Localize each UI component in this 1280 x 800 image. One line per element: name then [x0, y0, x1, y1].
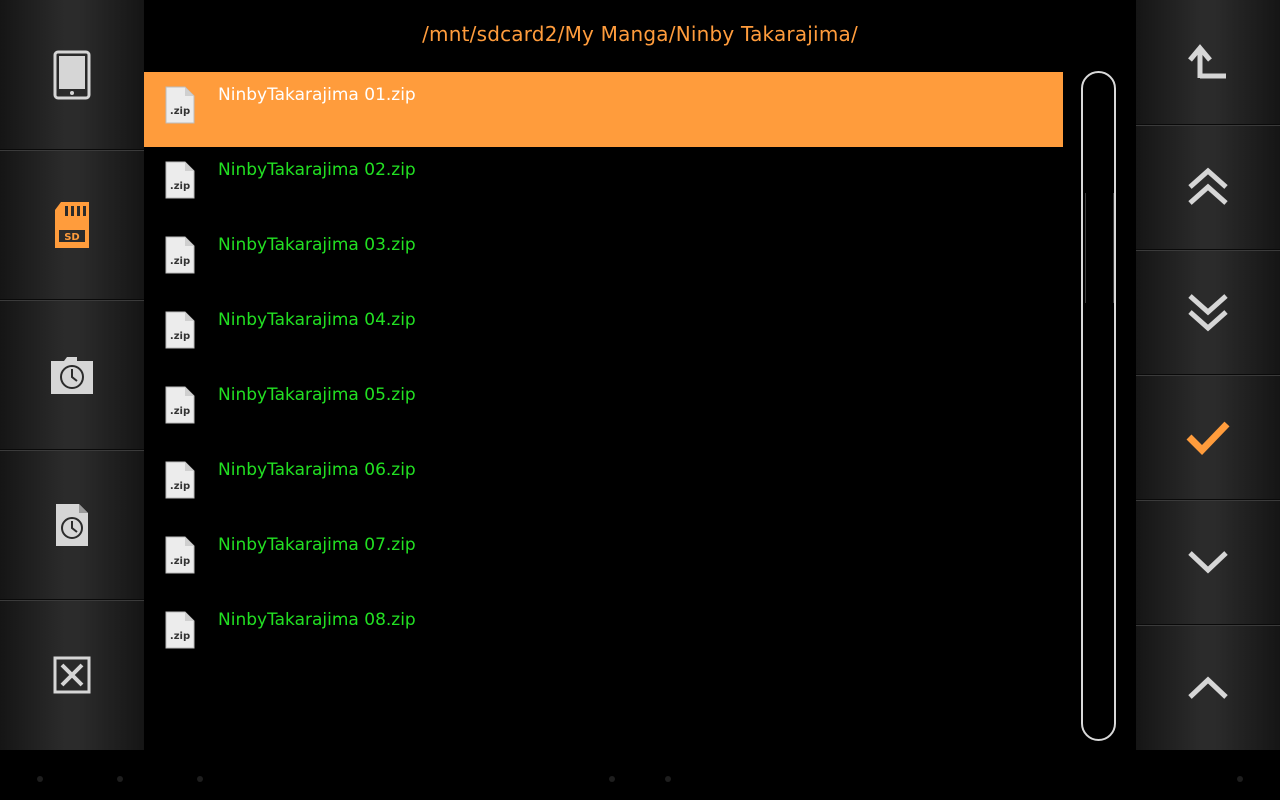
zip-file-icon: .zip [165, 161, 195, 203]
zip-file-icon: .zip [165, 536, 195, 578]
svg-text:.zip: .zip [170, 631, 190, 642]
zip-file-icon: .zip [165, 611, 195, 653]
right-toolbar [1136, 0, 1280, 750]
nav-indicator-dot [665, 776, 671, 782]
folder-clock-icon [50, 355, 94, 395]
file-name: NinbyTakarajima 03.zip [218, 235, 416, 255]
zip-file-icon: .zip [165, 236, 195, 278]
file-list: .zip NinbyTakarajima 01.zip .zip NinbyTa… [144, 72, 1063, 672]
svg-text:.zip: .zip [170, 331, 190, 342]
recent-file-button[interactable] [0, 450, 144, 600]
svg-text:.zip: .zip [170, 406, 190, 417]
nav-indicator-dot [117, 776, 123, 782]
nav-indicator-dot [1237, 776, 1243, 782]
left-toolbar: SD [0, 0, 144, 750]
file-row[interactable]: .zip NinbyTakarajima 05.zip [144, 372, 1063, 447]
scroll-down-button[interactable] [1136, 500, 1280, 625]
parent-folder-button[interactable] [1136, 0, 1280, 125]
file-clock-icon [55, 503, 89, 547]
close-button[interactable] [0, 600, 144, 750]
checkmark-icon [1185, 419, 1231, 455]
svg-text:.zip: .zip [170, 106, 190, 117]
file-name: NinbyTakarajima 07.zip [218, 535, 416, 555]
confirm-button[interactable] [1136, 375, 1280, 500]
svg-text:.zip: .zip [170, 181, 190, 192]
tablet-storage-button[interactable] [0, 0, 144, 150]
svg-text:.zip: .zip [170, 256, 190, 267]
file-name: NinbyTakarajima 01.zip [218, 85, 416, 105]
current-path: /mnt/sdcard2/My Manga/Ninby Takarajima/ [422, 22, 858, 46]
file-row[interactable]: .zip NinbyTakarajima 02.zip [144, 147, 1063, 222]
zip-file-icon: .zip [165, 386, 195, 428]
tablet-icon [53, 50, 91, 100]
sd-card-icon: SD [53, 200, 91, 250]
sd-card-button[interactable]: SD [0, 150, 144, 300]
file-name: NinbyTakarajima 04.zip [218, 310, 416, 330]
file-row[interactable]: .zip NinbyTakarajima 07.zip [144, 522, 1063, 597]
zip-file-icon: .zip [165, 311, 195, 353]
system-navigation-bar [0, 750, 1280, 800]
file-browser: /mnt/sdcard2/My Manga/Ninby Takarajima/ … [144, 0, 1136, 750]
scrollbar[interactable] [1081, 71, 1116, 741]
double-chevron-up-icon [1187, 167, 1229, 207]
file-name: NinbyTakarajima 08.zip [218, 610, 416, 630]
file-name: NinbyTakarajima 05.zip [218, 385, 416, 405]
file-row[interactable]: .zip NinbyTakarajima 08.zip [144, 597, 1063, 672]
file-name: NinbyTakarajima 06.zip [218, 460, 416, 480]
scrollbar-thumb[interactable] [1085, 193, 1114, 303]
file-row[interactable]: .zip NinbyTakarajima 01.zip [144, 72, 1063, 147]
zip-file-icon: .zip [165, 86, 195, 128]
nav-indicator-dot [37, 776, 43, 782]
svg-text:SD: SD [64, 232, 80, 243]
scroll-up-button[interactable] [1136, 625, 1280, 750]
up-arrow-icon [1188, 42, 1228, 82]
double-chevron-down-icon [1187, 292, 1229, 332]
svg-text:.zip: .zip [170, 556, 190, 567]
file-name: NinbyTakarajima 02.zip [218, 160, 416, 180]
file-row[interactable]: .zip NinbyTakarajima 04.zip [144, 297, 1063, 372]
nav-indicator-dot [197, 776, 203, 782]
zip-file-icon: .zip [165, 461, 195, 503]
nav-indicator-dot [609, 776, 615, 782]
file-row[interactable]: .zip NinbyTakarajima 03.zip [144, 222, 1063, 297]
chevron-up-icon [1187, 675, 1229, 701]
close-box-icon [53, 656, 91, 694]
chevron-down-icon [1187, 549, 1229, 575]
page-up-button[interactable] [1136, 125, 1280, 250]
recent-folder-button[interactable] [0, 300, 144, 450]
svg-text:.zip: .zip [170, 481, 190, 492]
file-row[interactable]: .zip NinbyTakarajima 06.zip [144, 447, 1063, 522]
page-down-button[interactable] [1136, 250, 1280, 375]
